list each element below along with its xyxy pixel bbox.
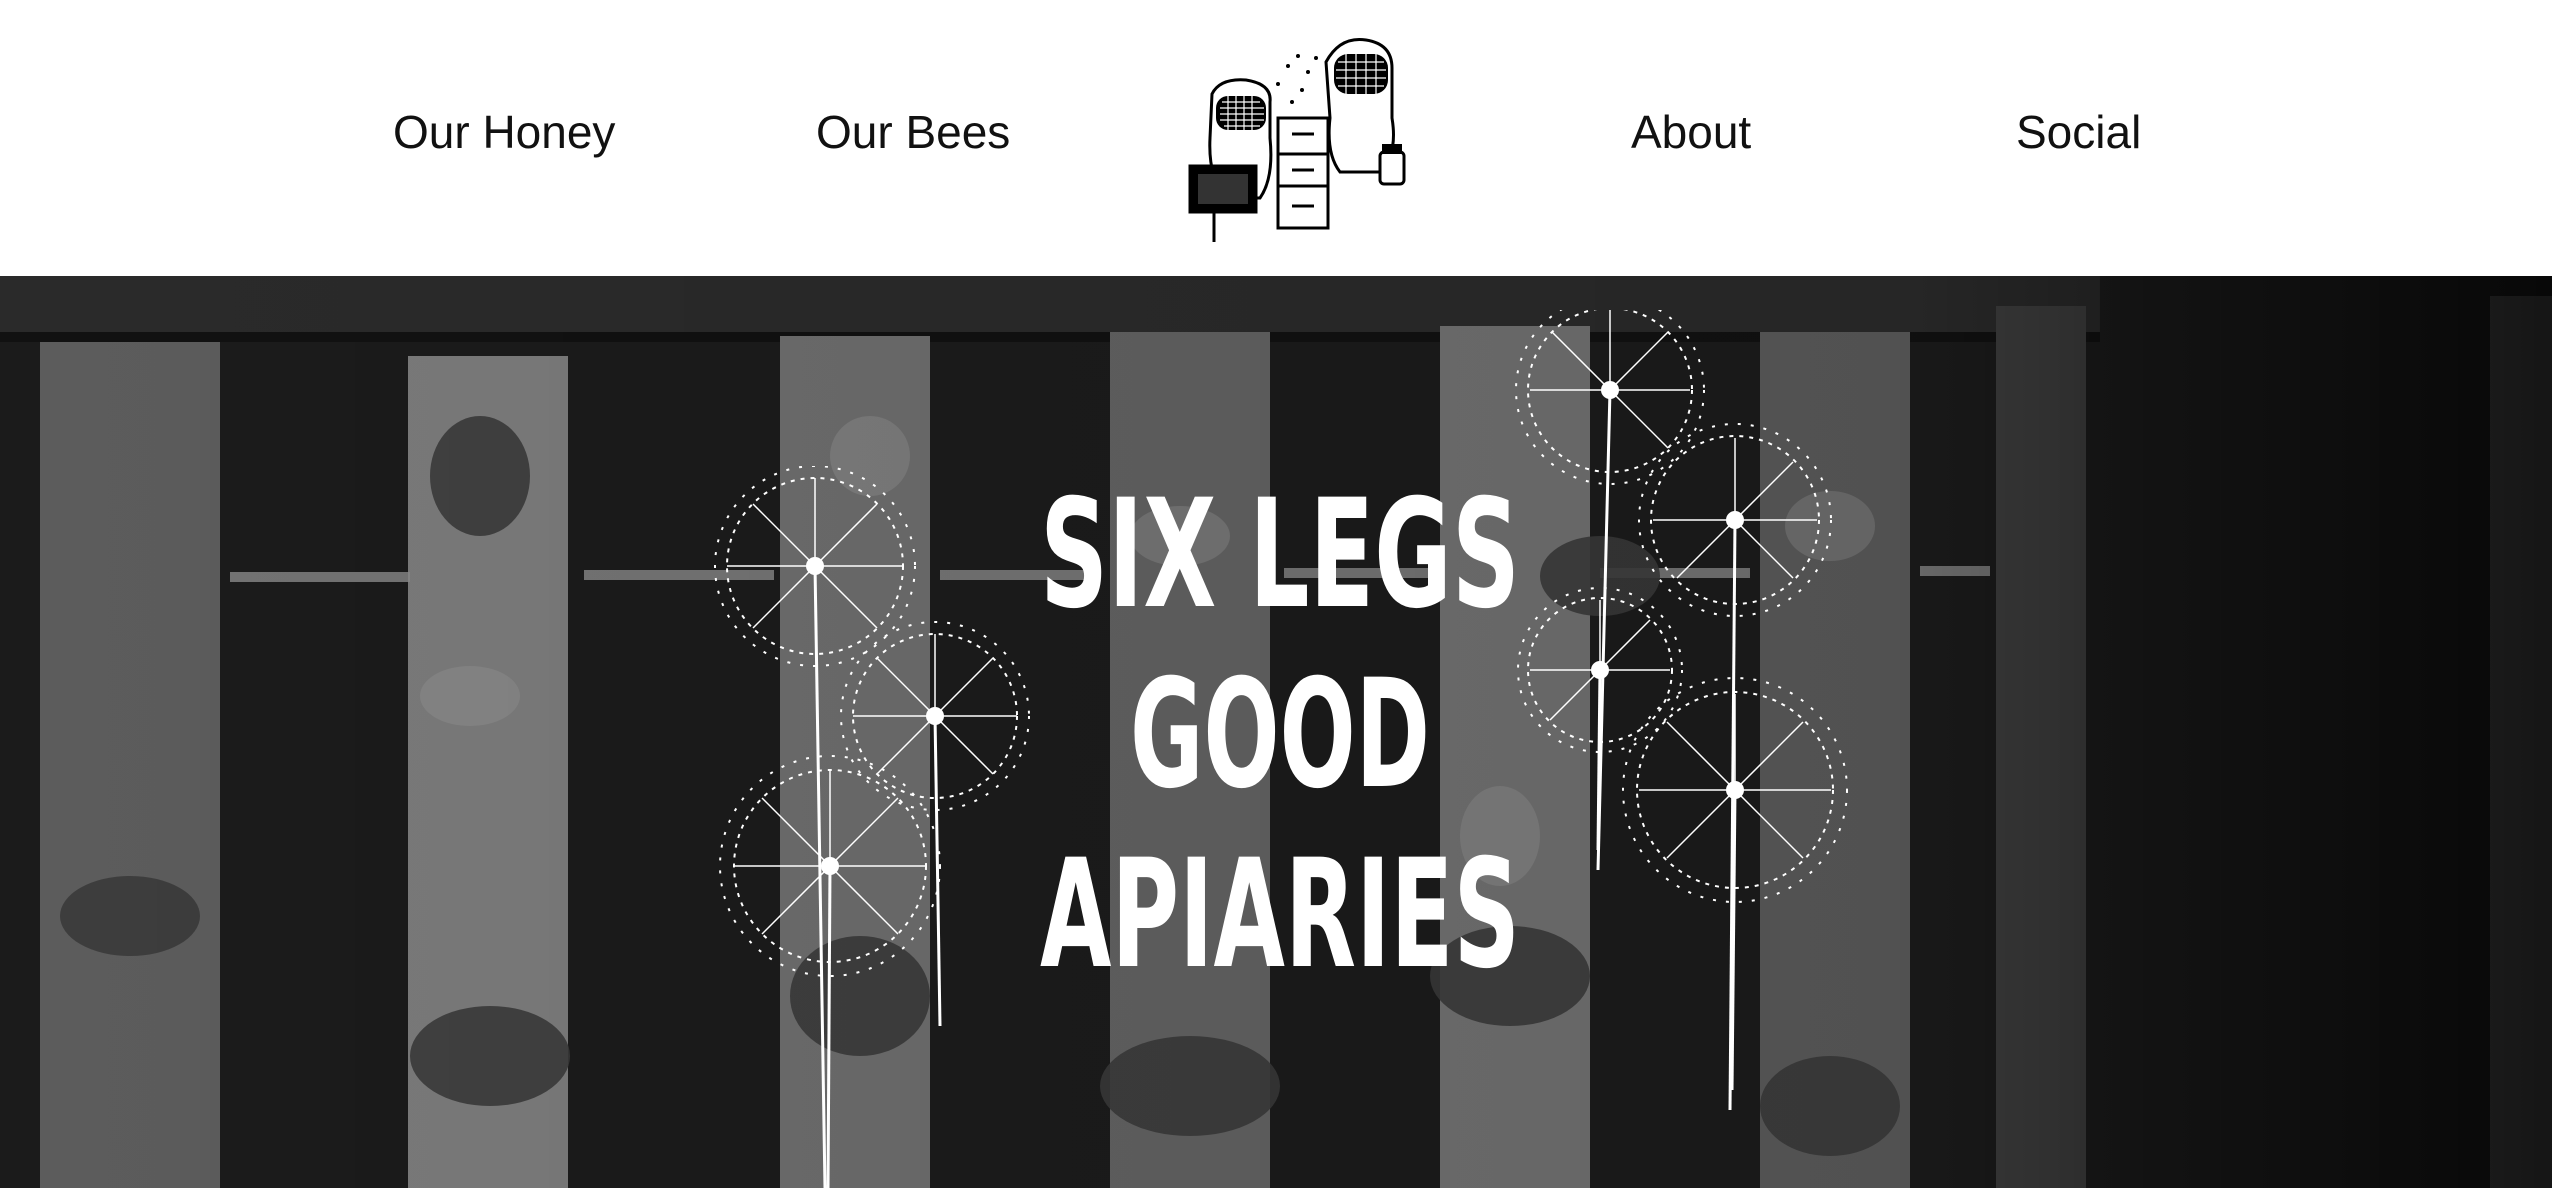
nav-our-honey[interactable]: Our Honey bbox=[393, 100, 615, 164]
hero-title-line-2: GOOD bbox=[1130, 648, 1430, 822]
nav-our-bees[interactable]: Our Bees bbox=[816, 100, 1010, 164]
hero-title: SIX LEGS GOOD APIARIES bbox=[1040, 468, 1520, 1002]
site-header: Our Honey Our Bees About Social bbox=[0, 0, 2552, 276]
hero-title-line-1: SIX LEGS bbox=[1040, 468, 1520, 642]
dandelion-icon bbox=[1515, 310, 1848, 1110]
beekeepers-logo-icon[interactable] bbox=[1180, 28, 1420, 246]
nav-social[interactable]: Social bbox=[2016, 100, 2141, 164]
nav-about[interactable]: About bbox=[1631, 100, 1751, 164]
hero-banner: SIX LEGS GOOD APIARIES bbox=[0, 276, 2552, 1188]
hero-title-line-3: APIARIES bbox=[1040, 828, 1520, 1002]
